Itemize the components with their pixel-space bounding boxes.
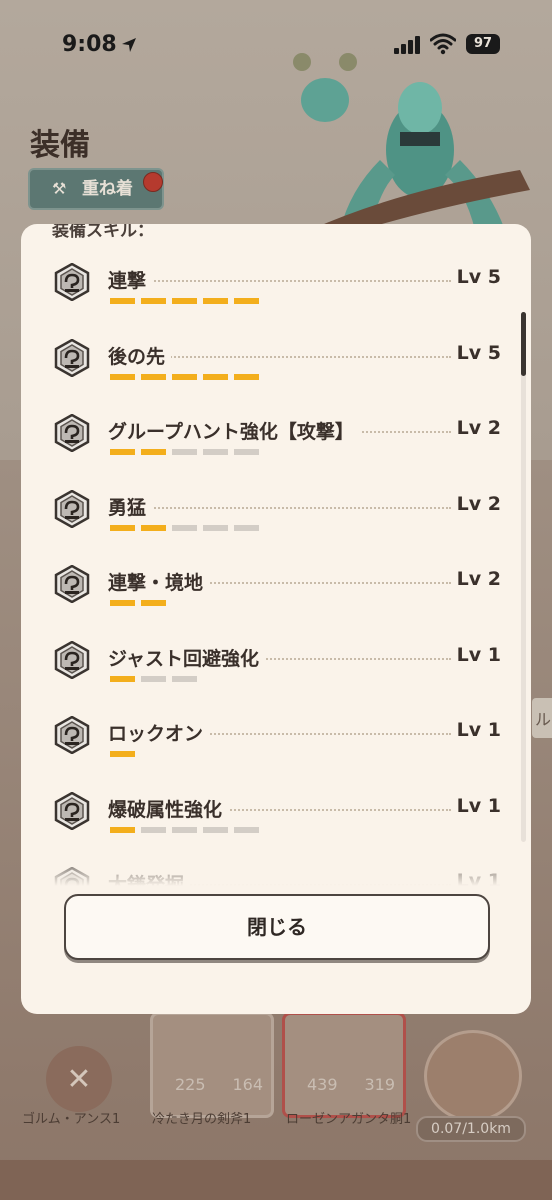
skill-level: Lv 5 bbox=[450, 341, 501, 364]
level-pip-filled bbox=[172, 373, 197, 380]
skill-row[interactable]: ロックオン Lv 1 bbox=[21, 713, 531, 789]
level-pip-filled bbox=[110, 600, 135, 606]
equipment-card[interactable]: 439 319 bbox=[282, 1012, 406, 1118]
level-pip-filled bbox=[234, 298, 259, 304]
level-pip-filled bbox=[110, 524, 135, 531]
skill-hexagon-icon bbox=[53, 715, 91, 755]
skill-level: Lv 1 bbox=[450, 643, 501, 666]
skill-name: 爆破属性強化 bbox=[108, 794, 229, 822]
skill-hexagon-icon bbox=[53, 338, 91, 377]
level-pip-empty bbox=[234, 524, 259, 531]
skill-level: Lv 2 bbox=[450, 492, 501, 515]
skill-hexagon-icon bbox=[53, 262, 91, 302]
status-time: 9:08 bbox=[62, 32, 117, 57]
skill-name: 後の先 bbox=[108, 341, 172, 369]
scrollbar-track[interactable] bbox=[521, 312, 526, 842]
hunter-character-figure bbox=[293, 53, 530, 240]
side-tab-label: ル bbox=[535, 710, 552, 729]
skill-row[interactable]: 後の先 Lv 5 bbox=[21, 336, 531, 412]
skill-level: Lv 1 bbox=[450, 719, 501, 741]
dotted-leader bbox=[111, 280, 451, 282]
section-label: 装備スキル： bbox=[52, 224, 154, 241]
level-pip-filled bbox=[203, 298, 228, 304]
skill-hexagon-icon bbox=[53, 489, 91, 528]
level-pip-filled bbox=[141, 373, 166, 380]
level-pip-empty bbox=[141, 675, 166, 682]
notification-dot bbox=[143, 172, 163, 192]
skill-hexagon-icon bbox=[53, 640, 91, 679]
skill-name: 連撃・境地 bbox=[108, 568, 210, 595]
skill-list[interactable]: 装備スキル： 連撃 Lv 5 後の先 Lv 5 グループハント強化【攻撃】 Lv 2 勇猛 L… bbox=[21, 224, 531, 890]
equipment-name: ローゼンアガンタ胴1 bbox=[286, 1112, 412, 1127]
skill-row[interactable]: 連撃・境地 Lv 2 bbox=[21, 562, 531, 638]
equipment-skills-modal: 装備スキル： 連撃 Lv 5 後の先 Lv 5 グループハント強化【攻撃】 Lv 2 勇猛 L… bbox=[21, 224, 531, 1014]
side-tab[interactable]: ル bbox=[532, 698, 552, 738]
location-arrow-icon bbox=[122, 38, 136, 52]
skill-name: ロックオン bbox=[108, 719, 210, 746]
stat-attack: 225 bbox=[175, 1075, 206, 1094]
skill-row[interactable]: 勇猛 Lv 2 bbox=[21, 487, 531, 563]
skill-level: Lv 5 bbox=[450, 266, 501, 288]
level-pip-empty bbox=[172, 675, 197, 682]
dotted-leader bbox=[111, 506, 451, 509]
level-pip-filled bbox=[110, 449, 135, 455]
skill-name: グループハント強化【攻撃】 bbox=[108, 417, 360, 444]
list-fade bbox=[21, 850, 531, 890]
level-pip-empty bbox=[234, 826, 259, 833]
skill-hexagon-icon bbox=[53, 791, 91, 830]
level-pip-filled bbox=[172, 298, 197, 304]
scrollbar-thumb[interactable] bbox=[521, 312, 526, 376]
skill-row[interactable]: ジャスト回避強化 Lv 1 bbox=[21, 638, 531, 714]
close-button[interactable]: 閉じる bbox=[64, 894, 490, 960]
skill-level: Lv 2 bbox=[450, 568, 501, 590]
level-pip-empty bbox=[203, 449, 228, 455]
level-pip-filled bbox=[110, 298, 135, 304]
skill-name: 連撃 bbox=[108, 266, 153, 293]
hanger-icon: ⚒ bbox=[52, 179, 67, 198]
level-pip-empty bbox=[203, 524, 228, 531]
level-pip-empty bbox=[172, 524, 197, 531]
level-pip-filled bbox=[110, 826, 135, 833]
bottom-equipment-row bbox=[0, 1160, 552, 1200]
level-pip-empty bbox=[172, 449, 197, 455]
level-pip-filled bbox=[141, 298, 166, 304]
equipment-name: ゴルム・アンス1 bbox=[22, 1112, 121, 1127]
level-pip-empty bbox=[141, 826, 166, 833]
level-pip-filled bbox=[110, 373, 135, 380]
level-pip-filled bbox=[234, 373, 259, 380]
level-pip-filled bbox=[110, 751, 135, 757]
stat-defense: 164 bbox=[232, 1075, 263, 1094]
empty-slot[interactable]: ✕ bbox=[46, 1046, 112, 1112]
equipment-name: 冷たき月の剣斧1 bbox=[152, 1112, 252, 1127]
skill-level: Lv 1 bbox=[450, 794, 501, 817]
skill-hexagon-icon bbox=[53, 413, 91, 453]
equipment-card[interactable]: 225 164 bbox=[150, 1012, 274, 1118]
skill-hexagon-icon bbox=[53, 564, 91, 604]
skill-row[interactable]: 連撃 Lv 5 bbox=[21, 260, 531, 336]
level-pip-filled bbox=[141, 524, 166, 531]
page-title: 装備 bbox=[30, 128, 90, 163]
stat-attack: 439 bbox=[307, 1075, 338, 1094]
distance-readout: 0.07/1.0km bbox=[416, 1116, 526, 1142]
skill-row[interactable]: グループハント強化【攻撃】 Lv 2 bbox=[21, 411, 531, 487]
close-x-icon: ✕ bbox=[66, 1062, 92, 1097]
level-pip-filled bbox=[141, 600, 166, 606]
level-pip-filled bbox=[141, 449, 166, 455]
level-pip-filled bbox=[203, 373, 228, 380]
layered-armor-label: 重ね着 bbox=[82, 179, 133, 199]
stat-defense: 319 bbox=[364, 1075, 395, 1094]
level-pip-empty bbox=[172, 826, 197, 833]
gauge-icon bbox=[424, 1030, 522, 1122]
skill-name: ジャスト回避強化 bbox=[108, 643, 266, 671]
level-pip-empty bbox=[234, 449, 259, 455]
level-pip-filled bbox=[110, 675, 135, 682]
layered-armor-button[interactable]: ⚒ 重ね着 bbox=[28, 168, 164, 210]
skill-level: Lv 2 bbox=[450, 417, 501, 439]
level-pip-empty bbox=[203, 826, 228, 833]
skill-name: 勇猛 bbox=[108, 492, 153, 520]
